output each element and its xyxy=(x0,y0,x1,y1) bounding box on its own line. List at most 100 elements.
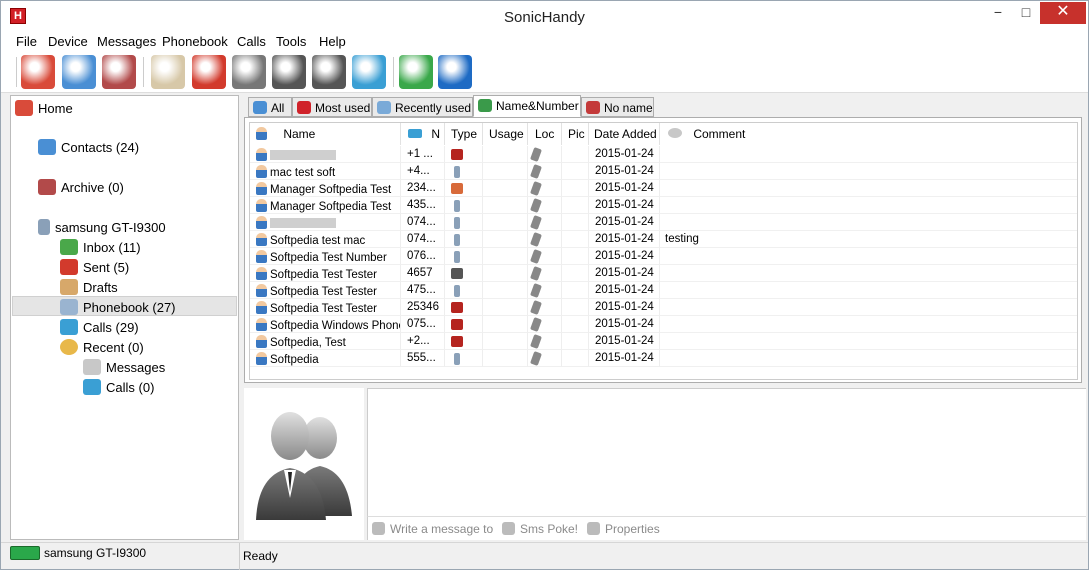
add-contact-icon[interactable] xyxy=(272,55,306,89)
table-row[interactable]: Softpedia Test Tester 475... 2015-01-24 xyxy=(250,282,1077,299)
menu-messages[interactable]: Messages xyxy=(97,34,156,49)
column-header-number[interactable]: N xyxy=(401,123,445,145)
close-button[interactable]: ✕ xyxy=(1040,2,1086,24)
tree-label: Calls (0) xyxy=(106,380,155,395)
contact-icon xyxy=(256,352,267,365)
tab-no-name[interactable]: No name xyxy=(581,97,654,117)
cell-pic xyxy=(562,163,589,180)
tree-item-device[interactable]: samsung GT-I9300 xyxy=(38,219,166,235)
menu-help[interactable]: Help xyxy=(319,34,346,49)
archive-icon[interactable] xyxy=(102,55,136,89)
cell-date-added: 2015-01-24 xyxy=(589,180,660,197)
column-header-usage[interactable]: Usage xyxy=(483,123,528,145)
cell-name: Softpedia, Test xyxy=(250,333,401,350)
cell-pic xyxy=(562,180,589,197)
remove-contact-icon[interactable] xyxy=(312,55,346,89)
inbox-icon xyxy=(60,239,78,255)
cell-usage xyxy=(483,282,528,299)
menu-calls[interactable]: Calls xyxy=(237,34,266,49)
cell-comment xyxy=(660,299,1077,316)
tree-item-recent-calls[interactable]: Calls (0) xyxy=(83,379,154,395)
tree-item-calls[interactable]: Calls (29) xyxy=(60,319,139,335)
column-header-pic[interactable]: Pic xyxy=(562,123,589,145)
info-icon[interactable] xyxy=(438,55,472,89)
table-row[interactable]: Manager Softpedia Test 234... 2015-01-24 xyxy=(250,180,1077,197)
toolbar-separator xyxy=(393,57,394,87)
toolbar xyxy=(1,52,1088,93)
message-editor[interactable] xyxy=(367,388,1086,516)
contacts-grid-frame: Name N Type Usage Loc Pic Date Added Com… xyxy=(244,117,1082,383)
mobile-phone-icon xyxy=(454,166,460,178)
connection-icon xyxy=(10,546,40,560)
column-header-comment[interactable]: Comment xyxy=(660,123,1077,145)
status-text: Ready xyxy=(243,549,278,563)
tree-item-contacts[interactable]: Contacts (24) xyxy=(38,139,139,155)
tree-item-sent[interactable]: Sent (5) xyxy=(60,259,129,275)
device-location-icon xyxy=(530,266,542,281)
maximize-button[interactable]: □ xyxy=(1013,2,1039,24)
tree-item-drafts[interactable]: Drafts xyxy=(60,279,118,295)
menu-phonebook[interactable]: Phonebook xyxy=(162,34,228,49)
menu-tools[interactable]: Tools xyxy=(276,34,306,49)
sms-poke-button[interactable]: Sms Poke! xyxy=(502,522,578,536)
device-location-icon xyxy=(530,351,542,366)
table-row[interactable]: Manager Softpedia Test 435... 2015-01-24 xyxy=(250,197,1077,214)
cell-type xyxy=(445,231,483,248)
tab-label: Recently used xyxy=(395,101,472,115)
table-row[interactable]: Softpedia Test Number 076... 2015-01-24 xyxy=(250,248,1077,265)
device-location-icon xyxy=(530,198,542,213)
tab-recently-used[interactable]: Recently used xyxy=(372,97,473,117)
sync-icon[interactable] xyxy=(352,55,386,89)
column-header-type[interactable]: Type xyxy=(445,123,483,145)
table-row[interactable]: Softpedia Test Tester 25346 2015-01-24 xyxy=(250,299,1077,316)
column-header-name[interactable]: Name xyxy=(250,123,401,145)
edit-contact-icon[interactable] xyxy=(232,55,266,89)
home-icon[interactable] xyxy=(21,55,55,89)
table-row[interactable]: mac test soft +4... 2015-01-24 xyxy=(250,163,1077,180)
tree-item-archive[interactable]: Archive (0) xyxy=(38,179,124,195)
work-phone-icon xyxy=(451,336,463,347)
menu-file[interactable]: File xyxy=(16,34,37,49)
tab-most-used[interactable]: Most used xyxy=(292,97,372,117)
table-row[interactable]: +1 ... 2015-01-24 xyxy=(250,146,1077,163)
clock-icon xyxy=(60,339,78,355)
tree-item-inbox[interactable]: Inbox (11) xyxy=(60,239,141,255)
table-row[interactable]: 074... 2015-01-24 xyxy=(250,214,1077,231)
contact-check-icon xyxy=(478,99,492,112)
contacts-icon[interactable] xyxy=(62,55,96,89)
table-row[interactable]: Softpedia, Test +2... 2015-01-24 xyxy=(250,333,1077,350)
title-bar: H SonicHandy − □ ✕ xyxy=(1,1,1088,32)
tree-item-recent-messages[interactable]: Messages xyxy=(83,359,165,375)
tab-all[interactable]: All xyxy=(248,97,292,117)
action-label: Write a message to xyxy=(390,522,494,536)
cell-type xyxy=(445,146,483,163)
contact-name: Manager Softpedia Test xyxy=(270,184,392,196)
table-row[interactable]: Softpedia 555... 2015-01-24 xyxy=(250,350,1077,367)
table-row[interactable]: Softpedia test mac 074... 2015-01-24 testin… xyxy=(250,231,1077,248)
cell-pic xyxy=(562,333,589,350)
contact-name: Softpedia Test Tester xyxy=(270,303,377,315)
menu-device[interactable]: Device xyxy=(48,34,88,49)
compose-icon[interactable] xyxy=(151,55,185,89)
table-row[interactable]: Softpedia Windows Phone 075... 2015-01-24 xyxy=(250,316,1077,333)
contact-icon xyxy=(256,165,267,178)
write-message-button[interactable]: Write a message to xyxy=(372,522,493,536)
tab-name-number[interactable]: Name&Number xyxy=(473,95,581,117)
tree-item-recent[interactable]: Recent (0) xyxy=(60,339,144,355)
column-header-date-added[interactable]: Date Added xyxy=(589,123,660,145)
cell-number: 234... xyxy=(401,180,445,197)
tree-item-phonebook[interactable]: Phonebook (27) xyxy=(60,299,176,315)
contact-icon xyxy=(256,148,267,161)
table-row[interactable]: Softpedia Test Tester 4657 2015-01-24 xyxy=(250,265,1077,282)
column-header-loc[interactable]: Loc xyxy=(528,123,562,145)
cell-usage xyxy=(483,163,528,180)
properties-button[interactable]: Properties xyxy=(587,522,660,536)
cell-name xyxy=(250,214,401,231)
cell-type xyxy=(445,350,483,367)
delete-icon[interactable] xyxy=(192,55,226,89)
cell-usage xyxy=(483,248,528,265)
cell-comment xyxy=(660,180,1077,197)
minimize-button[interactable]: − xyxy=(985,2,1011,24)
add-device-icon[interactable] xyxy=(399,55,433,89)
tree-item-home[interactable]: Home xyxy=(15,100,73,116)
